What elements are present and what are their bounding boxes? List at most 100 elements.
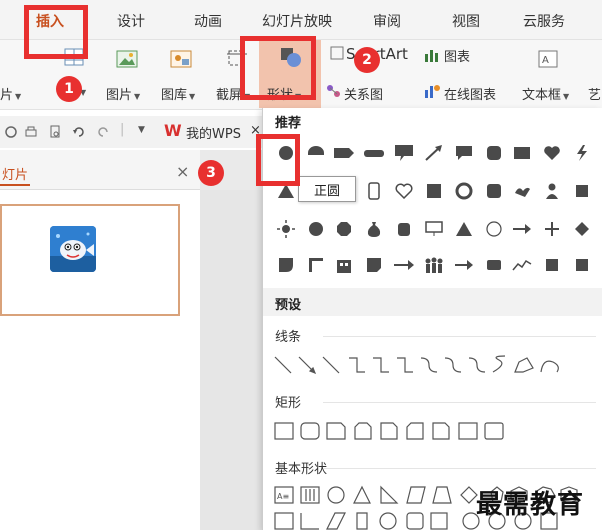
shape-diamond-icon[interactable] [571,218,593,240]
tab-review[interactable]: 审阅 [373,11,401,31]
shape-bird-icon[interactable] [511,180,533,202]
shape-half-circle-icon[interactable] [305,142,327,164]
basic-shapes-title: 基本形状 [275,462,328,477]
shapes-icon [281,48,301,67]
slides-panel-header: 灯片 × [0,150,200,190]
shape-cylinder-icon[interactable] [393,218,415,240]
shape-lightning-icon[interactable] [571,142,593,164]
shape-square-4-icon[interactable] [571,254,593,276]
shape-small-rect-icon[interactable] [483,254,505,276]
shape-rounded-square-2-icon[interactable] [483,180,505,202]
ribbon-insert: 片 ▼ ▼ 图片 ▼ 图库 ▼ 截屏 ▼ 形状 ▼ SrtArt 图表 关系图 … [0,40,602,110]
settings-icon[interactable] [4,125,18,139]
print-icon[interactable] [24,125,38,139]
slide-thumbnail[interactable] [0,204,180,316]
shape-callout-icon[interactable] [393,142,415,164]
lines-divider [323,336,596,337]
textbox-icon: A [538,50,558,68]
close-panel-icon[interactable]: × [176,162,189,181]
shape-right-arrow-2-icon[interactable] [453,254,475,276]
relation-icon [327,85,340,97]
quick-access-toolbar: | ▼ W 我的WPS × [0,116,262,148]
shape-donut-icon[interactable] [453,180,475,202]
shape-arrow-diagonal-icon[interactable] [423,142,445,164]
shape-plus-icon[interactable] [541,218,563,240]
shapes-label: 形状 ▼ [267,88,302,103]
shape-moneybag-icon[interactable] [363,218,385,240]
print-preview-icon[interactable] [48,125,62,139]
tab-animation[interactable]: 动画 [194,11,222,31]
shape-triangle-2-icon[interactable] [453,218,475,240]
tab-slideshow[interactable]: 幻灯片放映 [262,11,332,31]
shape-heart-outline-icon[interactable] [393,180,415,202]
panel-title-underline [0,184,30,186]
slides-panel-title: 灯片 [2,168,29,183]
screenshot-icon [227,50,247,66]
table-icon [64,48,84,66]
shape-leaf-icon[interactable] [275,254,297,276]
panel-divider-area [200,190,262,530]
shape-folded-icon[interactable] [363,254,385,276]
lines-title: 线条 [275,330,302,345]
textbox-button[interactable]: 文本框 ▼ [522,84,569,103]
rectangles-row [271,420,531,444]
line-shapes-icon[interactable] [271,354,591,376]
relation-graph-button[interactable]: 关系图 [344,84,383,103]
fish-image [50,226,96,272]
smartart-icon [330,46,344,60]
shape-square-3-icon[interactable] [541,254,563,276]
shape-circle-2-icon[interactable] [305,218,327,240]
shape-monitor-icon[interactable] [423,218,445,240]
shapes-button[interactable]: 形状 ▼ [259,40,321,108]
shape-person-icon[interactable] [541,180,563,202]
shape-phone-icon[interactable] [363,180,385,202]
ribbon-partial-right[interactable]: 艺 [588,84,601,103]
tab-design[interactable]: 设计 [117,11,145,31]
section-recommend-title: 推荐 [275,116,302,131]
toolbar-divider: | [120,122,125,137]
picture-icon [116,50,138,68]
shapes-dropdown: 推荐 预设 线条 矩形 基本形状 A≡ [262,108,602,530]
customize-dropdown-icon[interactable]: ▼ [138,125,145,135]
online-chart-button[interactable]: 在线图表 [444,84,496,103]
shape-corner-icon[interactable] [305,254,327,276]
picture-button[interactable]: 图片 ▼ [106,84,140,103]
shape-rect-icon[interactable] [511,142,533,164]
gallery-icon [170,50,192,68]
shape-trendline-icon[interactable] [511,254,533,276]
watermark-logo: 最需教育 [476,490,585,520]
tab-cloud[interactable]: 云服务 [523,11,565,31]
shape-square-small-icon[interactable] [571,180,593,202]
shape-rounded-bar-icon[interactable] [363,142,385,164]
shape-circle-outline-icon[interactable] [483,218,505,240]
tab-insert[interactable]: 插入 [36,11,64,31]
chart-button[interactable]: 图表 [444,46,470,65]
chart-icon [425,50,438,62]
undo-icon[interactable] [72,125,86,139]
gallery-button[interactable]: 图库 ▼ [161,84,195,103]
preset-header: 预设 [263,288,602,316]
rectangle-shapes-icon[interactable] [271,420,531,442]
slides-list [0,190,200,530]
online-chart-icon [425,85,440,98]
shape-octagon-icon[interactable] [333,218,355,240]
shape-circle-icon[interactable] [275,142,297,164]
ribbon-partial-left[interactable]: 片 ▼ [0,84,21,103]
tab-view[interactable]: 视图 [452,11,480,31]
screenshot-button[interactable]: 截屏 ▼ [216,84,250,103]
step-badge-1: 1 [56,76,82,102]
shape-triangle-icon[interactable] [275,180,297,202]
shape-rounded-square-icon[interactable] [483,142,505,164]
shape-right-arrow-icon[interactable] [511,218,533,240]
my-wps-tab[interactable]: 我的WPS [186,123,241,142]
shape-long-arrow-icon[interactable] [393,254,415,276]
basic-shapes-divider [323,468,596,469]
redo-icon[interactable] [96,125,110,139]
shape-people-icon[interactable] [423,254,445,276]
shape-speech-icon[interactable] [453,142,475,164]
shape-square-icon[interactable] [423,180,445,202]
shape-building-icon[interactable] [333,254,355,276]
shape-heart-icon[interactable] [541,142,563,164]
shape-sun-icon[interactable] [275,218,297,240]
shape-pentagon-arrow-icon[interactable] [333,142,355,164]
